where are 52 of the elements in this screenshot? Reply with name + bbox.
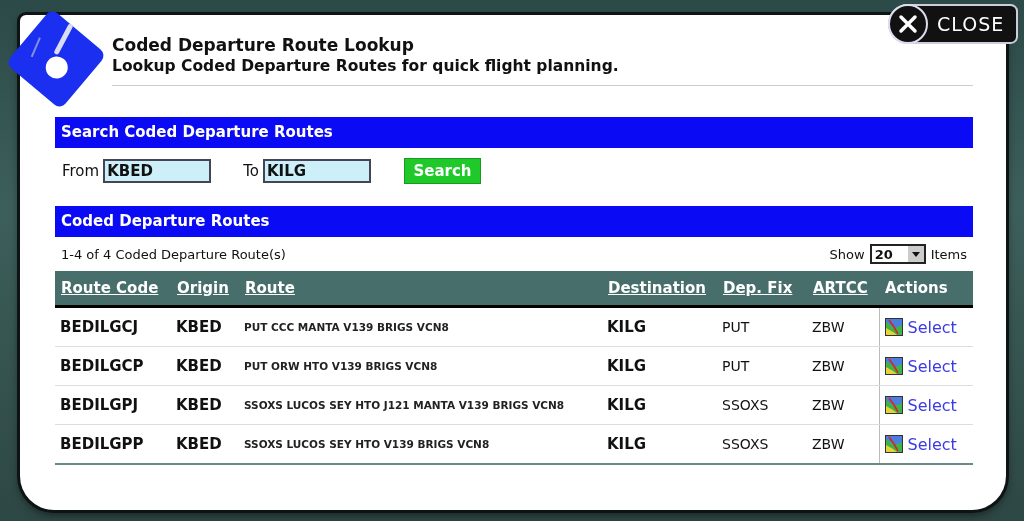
table-cell: KBED [171, 346, 239, 386]
table-cell: PUT [717, 306, 807, 347]
table-cell: KILG [602, 346, 717, 386]
table-cell: KBED [171, 306, 239, 347]
dialog-subtitle: Lookup Coded Departure Routes for quick flight planning. [112, 57, 620, 75]
dialog-title: Coded Departure Route Lookup [112, 35, 415, 55]
select-link[interactable]: Select [907, 434, 957, 454]
column-header[interactable]: Route [239, 271, 602, 307]
table-cell: BEDILGPP [55, 424, 171, 464]
table-cell: KILG [602, 385, 717, 425]
table-cell: BEDILGPJ [55, 385, 171, 425]
column-header[interactable]: Destination [602, 271, 717, 307]
map-icon[interactable] [884, 318, 903, 336]
column-header: Actions [879, 271, 973, 307]
column-header[interactable]: ARTCC [807, 271, 879, 307]
table-cell: KBED [171, 424, 239, 464]
show-label: Show [829, 246, 865, 262]
map-icon[interactable] [884, 435, 903, 453]
table-cell: BEDILGCJ [55, 306, 171, 347]
table-cell: PUT [717, 346, 807, 386]
map-icon[interactable] [884, 396, 903, 414]
map-icon[interactable] [884, 357, 903, 375]
table-cell: ZBW [807, 385, 879, 425]
select-link[interactable]: Select [907, 395, 957, 415]
items-label: Items [930, 246, 967, 262]
input-field[interactable]: KBED [103, 159, 212, 183]
table-cell: ZBW [807, 346, 879, 386]
field-label: To [243, 162, 259, 180]
table-cell: SSOXS [717, 424, 807, 464]
table-cell: ZBW [807, 424, 879, 464]
column-header[interactable]: Origin [171, 271, 239, 307]
column-header[interactable]: Dep. Fix [717, 271, 807, 307]
section-header: Coded Departure Routes [55, 206, 973, 237]
table-cell: KILG [602, 424, 717, 464]
table-cell: KILG [602, 306, 717, 347]
column-header[interactable]: Route Code [55, 271, 171, 307]
field-label: From [62, 162, 100, 180]
table-cell: SSOXS [717, 385, 807, 425]
close-button[interactable]: CLOSE [888, 4, 1019, 44]
table-cell: ZBW [807, 306, 879, 347]
table-cell: PUT CCC MANTA V139 BRIGS VCN8 [239, 306, 602, 347]
table-cell: SSOXS LUCOS SEY HTO J121 MANTA V139 BRIGS VCN8 [239, 385, 602, 425]
result-count: 1-4 of 4 Coded Departure Route(s) [61, 246, 286, 262]
select-link[interactable]: Select [907, 356, 957, 376]
table-cell: BEDILGCP [55, 346, 171, 386]
table-cell: KBED [171, 385, 239, 425]
select-link[interactable]: Select [907, 317, 957, 337]
section-header: Search Coded Departure Routes [55, 117, 973, 148]
page-size-dropdown[interactable]: 20 [869, 244, 926, 264]
table-cell: SSOXS LUCOS SEY HTO V139 BRIGS VCN8 [239, 424, 602, 464]
input-field[interactable]: KILG [262, 159, 371, 183]
table-cell: PUT ORW HTO V139 BRIGS VCN8 [239, 346, 602, 386]
